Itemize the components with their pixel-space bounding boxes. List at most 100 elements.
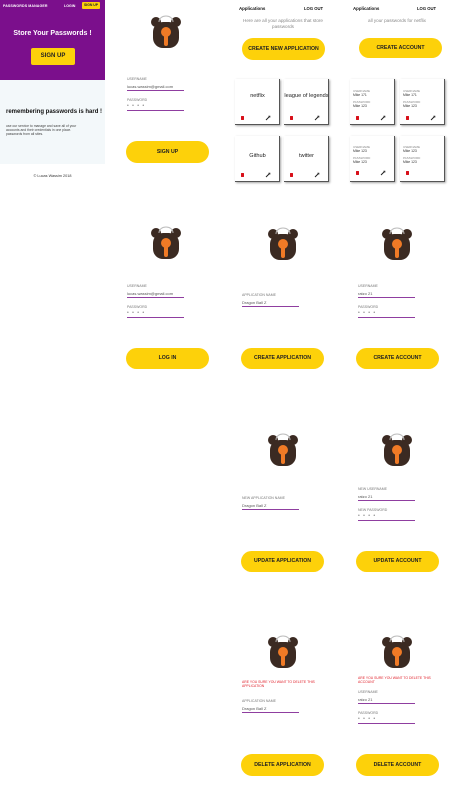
top-nav: PASSWORDS MANAGER LOGIN SIGN UP: [0, 0, 105, 12]
update-account-username-field[interactable]: ratzo 21: [358, 494, 415, 501]
create-application-button[interactable]: CREATE APPLICATION: [241, 348, 324, 369]
wrench-icon[interactable]: [265, 172, 271, 178]
create-account-submit-button[interactable]: CREATE ACCOUNT: [356, 348, 439, 369]
delete-account-warning: ARE YOU SURE YOU WANT TO DELETE THIS ACC…: [358, 676, 431, 684]
login-username-field[interactable]: lucas.wassim@gmail.com: [127, 291, 184, 298]
applications-subtitle: Here are all your applications that stor…: [243, 18, 323, 29]
account-card[interactable]: USERNAME Mike 123 PASSWORD Mike 123: [400, 136, 445, 182]
signup-username-field[interactable]: lucas.wassim@gmail.com: [127, 84, 184, 91]
applications-header-title: Applications: [239, 6, 266, 11]
create-account-button[interactable]: CREATE ACCOUNT: [359, 38, 442, 58]
brand-name: PASSWORDS MANAGER: [3, 4, 48, 8]
trash-icon[interactable]: [356, 171, 359, 175]
login-username-label: USERNAME: [127, 284, 147, 288]
hero-signup-button[interactable]: SIGN UP: [31, 48, 75, 65]
create-account-username-label: USERNAME: [358, 284, 378, 288]
trash-icon[interactable]: [241, 116, 244, 120]
delete-account-button[interactable]: DELETE ACCOUNT: [356, 754, 439, 776]
login-password-field[interactable]: • • • •: [127, 310, 184, 318]
account-card[interactable]: USERNAME Mike 123 PASSWORD Mike 123: [350, 136, 395, 182]
signup-password-field[interactable]: • • • •: [127, 103, 184, 111]
update-app-name-label: NEW APPLICATION NAME: [242, 496, 285, 500]
update-application-button[interactable]: UPDATE APPLICATION: [241, 551, 324, 572]
login-button[interactable]: LOG IN: [126, 348, 209, 369]
application-name: twitter: [299, 153, 314, 159]
trash-icon[interactable]: [241, 173, 244, 177]
create-account-password-label: PASSWORD: [358, 305, 379, 309]
account-card[interactable]: USERNAME Mike 171 PASSWORD Mike 123: [350, 79, 395, 125]
account-card[interactable]: USERNAME Mike 171 PASSWORD Mike 123: [400, 79, 445, 125]
delete-application-button[interactable]: DELETE APPLICATION: [241, 754, 324, 776]
trash-icon[interactable]: [290, 173, 293, 177]
info-text: use our service to manage and save all o…: [6, 124, 77, 137]
wrench-icon[interactable]: [380, 170, 386, 176]
delete-account-password-field[interactable]: • • • •: [358, 716, 415, 724]
application-card[interactable]: netflix: [235, 79, 280, 125]
wrench-icon[interactable]: [314, 172, 320, 178]
application-card[interactable]: Github: [235, 136, 280, 182]
bear-lock-logo: [381, 224, 413, 264]
delete-account-password-label: PASSWORD: [358, 711, 379, 715]
info-section: remembering passwords is hard ! use our …: [0, 80, 105, 164]
delete-app-name-label: APPLICATION NAME: [242, 699, 276, 703]
applications-logout-link[interactable]: LOG OUT: [304, 6, 323, 11]
update-account-password-field[interactable]: • • • •: [358, 513, 415, 521]
account-password: Mike 123: [403, 160, 417, 164]
trash-icon[interactable]: [406, 116, 409, 120]
bear-lock-logo: [381, 430, 413, 470]
trash-icon[interactable]: [290, 116, 293, 120]
create-account-username-field[interactable]: ratzo 21: [358, 291, 415, 298]
application-card[interactable]: twitter: [284, 136, 329, 182]
wrench-icon[interactable]: [265, 115, 271, 121]
bear-lock-icon: [268, 635, 298, 668]
bear-lock-icon: [268, 227, 298, 260]
update-app-name-field[interactable]: Dragon Ball Z: [242, 503, 299, 510]
account-username: Mike 171: [403, 93, 417, 97]
bear-lock-icon: [382, 433, 412, 466]
delete-app-name-field[interactable]: Dragon Ball Z: [242, 706, 299, 713]
create-app-name-label: APPLICATION NAME: [242, 293, 276, 297]
create-app-name-field[interactable]: Dragon Ball Z: [242, 300, 299, 307]
delete-app-warning: ARE YOU SURE YOU WANT TO DELETE THIS APP…: [242, 680, 315, 688]
trash-icon[interactable]: [356, 116, 359, 120]
bear-lock-icon: [268, 433, 298, 466]
application-name: Github: [249, 153, 266, 159]
application-name: league of legends: [284, 93, 329, 99]
trash-icon[interactable]: [406, 171, 409, 175]
account-username: Mike 171: [353, 93, 367, 97]
signup-username-label: USERNAME: [127, 77, 147, 81]
bear-lock-icon: [382, 227, 412, 260]
create-account-password-field[interactable]: • • • •: [358, 310, 415, 318]
account-username: Mike 123: [353, 149, 367, 153]
login-password-label: PASSWORD: [127, 305, 148, 309]
update-account-button[interactable]: UPDATE ACCOUNT: [356, 551, 439, 572]
nav-signup-button[interactable]: SIGN UP: [82, 2, 100, 9]
wrench-icon[interactable]: [314, 115, 320, 121]
update-account-username-label: NEW USERNAME: [358, 487, 387, 491]
footer-copyright: © Lucas Wassim 2018: [33, 174, 72, 178]
bear-lock-logo: [267, 632, 299, 672]
hero-banner: PASSWORDS MANAGER LOGIN SIGN UP Store Yo…: [0, 0, 105, 80]
bear-lock-logo: [381, 632, 413, 672]
accounts-subtitle: all your passwords for netflix: [368, 18, 426, 23]
account-username: Mike 123: [403, 149, 417, 153]
bear-lock-logo: [150, 12, 182, 52]
nav-login-link[interactable]: LOGIN: [64, 4, 75, 8]
accounts-header-title: Applications: [353, 6, 380, 11]
info-title: remembering passwords is hard !: [6, 109, 103, 115]
account-password: Mike 123: [353, 160, 367, 164]
accounts-logout-link[interactable]: LOG OUT: [417, 6, 436, 11]
signup-password-label: PASSWORD: [127, 98, 148, 102]
create-new-application-button[interactable]: CREATE NEW APPLICATION: [242, 38, 325, 60]
wrench-icon[interactable]: [430, 115, 436, 121]
account-password: Mike 123: [353, 104, 367, 108]
wrench-icon[interactable]: [380, 115, 386, 121]
update-account-password-label: NEW PASSWORD: [358, 508, 388, 512]
delete-account-username-field[interactable]: ratzo 21: [358, 697, 415, 704]
bear-lock-logo: [267, 224, 299, 264]
bear-lock-logo: [150, 223, 182, 263]
application-card[interactable]: league of legends: [284, 79, 329, 125]
application-name: netflix: [250, 93, 265, 99]
signup-button[interactable]: SIGN UP: [126, 141, 209, 163]
bear-lock-icon: [151, 226, 181, 259]
